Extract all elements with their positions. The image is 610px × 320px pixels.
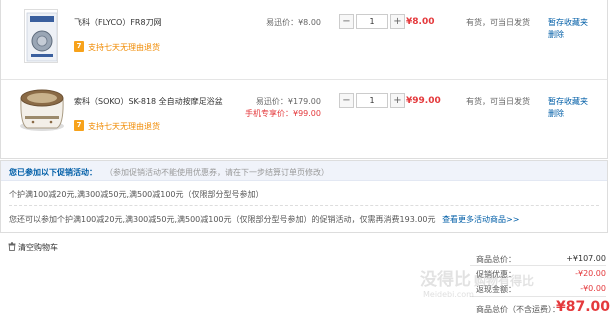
promotion-note: （参加促销活动不能使用优惠券，请在下一步结算订单页修改） [105, 168, 329, 177]
watermark-url: Meidebi.com [423, 290, 474, 299]
credit-value: -¥0.00 [580, 284, 606, 293]
item-subtotal: ¥8.00 [406, 17, 435, 27]
joined-promotion-text: 个护满100减20元,满300减50元,满500减100元（仅限部分型号参加） [9, 190, 264, 199]
stock-status: 有货，可当日发货 [466, 18, 530, 27]
order-total-value: ¥87.00 [556, 299, 610, 315]
divider [9, 205, 599, 206]
quantity-input[interactable]: 1 [356, 93, 388, 108]
mobile-exclusive-price: 手机专享价：¥99.00 [245, 109, 321, 118]
trash-icon [8, 242, 16, 251]
delete-item-link[interactable]: 删除 [548, 29, 564, 40]
return-policy-icon: 7 [74, 120, 84, 131]
divider [470, 296, 606, 297]
save-to-favorites-link[interactable]: 暂存收藏夹 [548, 17, 588, 28]
product-image[interactable] [24, 9, 58, 63]
save-to-favorites-link[interactable]: 暂存收藏夹 [548, 96, 588, 107]
clear-cart-label: 清空购物车 [18, 243, 58, 252]
return-policy-icon: 7 [74, 41, 84, 52]
product-image[interactable] [15, 84, 67, 134]
decrease-qty-button[interactable]: − [339, 14, 354, 29]
total-label: 商品总价（不含运费）： [476, 305, 560, 314]
more-promotion-items-link[interactable]: 查看更多活动商品>> [442, 215, 519, 224]
watermark-text-tail: 购物有得比 [474, 274, 535, 288]
decrease-qty-button[interactable]: − [339, 93, 354, 108]
watermark-text: 没得比 [420, 270, 471, 290]
return-policy-text: 支持七天无理由退货 [88, 122, 160, 131]
discount-value: -¥20.00 [575, 269, 606, 278]
product-name-link[interactable]: 索科（SOKO）SK-818 全自动按摩足浴盆 [74, 96, 223, 107]
increase-qty-button[interactable]: + [390, 14, 405, 29]
available-promotion-text: 您还可以参加个护满100减20元,满300减50元,满500减100元（仅限部分… [9, 214, 519, 225]
clear-cart-button[interactable]: 清空购物车 [8, 242, 58, 253]
watermark: 没得比 购物有得比 [420, 265, 534, 290]
quantity-stepper: − 1 + [339, 14, 405, 29]
cart-items-panel: 飞科（FLYCO）FR8刀网 7 支持七天无理由退货 易迅价：¥8.00 − 1… [0, 0, 608, 159]
item-subtotal: ¥99.00 [406, 96, 441, 106]
quantity-stepper: − 1 + [339, 93, 405, 108]
increase-qty-button[interactable]: + [390, 93, 405, 108]
promotion-panel: 您已参加以下促销活动： （参加促销活动不能使用优惠券，请在下一步结算订单页修改）… [0, 160, 608, 233]
promotion-header: 您已参加以下促销活动： （参加促销活动不能使用优惠券，请在下一步结算订单页修改） [1, 161, 607, 181]
unit-price: 易迅价：¥179.00 [255, 97, 321, 106]
available-promotion-desc: 您还可以参加个护满100减20元,满300减50元,满500减100元（仅限部分… [9, 215, 436, 224]
stock-status: 有货，可当日发货 [466, 97, 530, 106]
quantity-input[interactable]: 1 [356, 14, 388, 29]
goods-total-label: 商品总价： [476, 255, 516, 264]
cart-item-row: 飞科（FLYCO）FR8刀网 7 支持七天无理由退货 易迅价：¥8.00 − 1… [1, 0, 607, 80]
unit-price: 易迅价：¥8.00 [266, 18, 321, 27]
promotion-title: 您已参加以下促销活动： [9, 168, 97, 177]
product-name-link[interactable]: 飞科（FLYCO）FR8刀网 [74, 17, 162, 28]
cart-item-row: 索科（SOKO）SK-818 全自动按摩足浴盆 7 支持七天无理由退货 易迅价：… [1, 80, 607, 160]
goods-total-value: +¥107.00 [566, 254, 606, 263]
return-policy-text: 支持七天无理由退货 [88, 43, 160, 52]
delete-item-link[interactable]: 删除 [548, 108, 564, 119]
